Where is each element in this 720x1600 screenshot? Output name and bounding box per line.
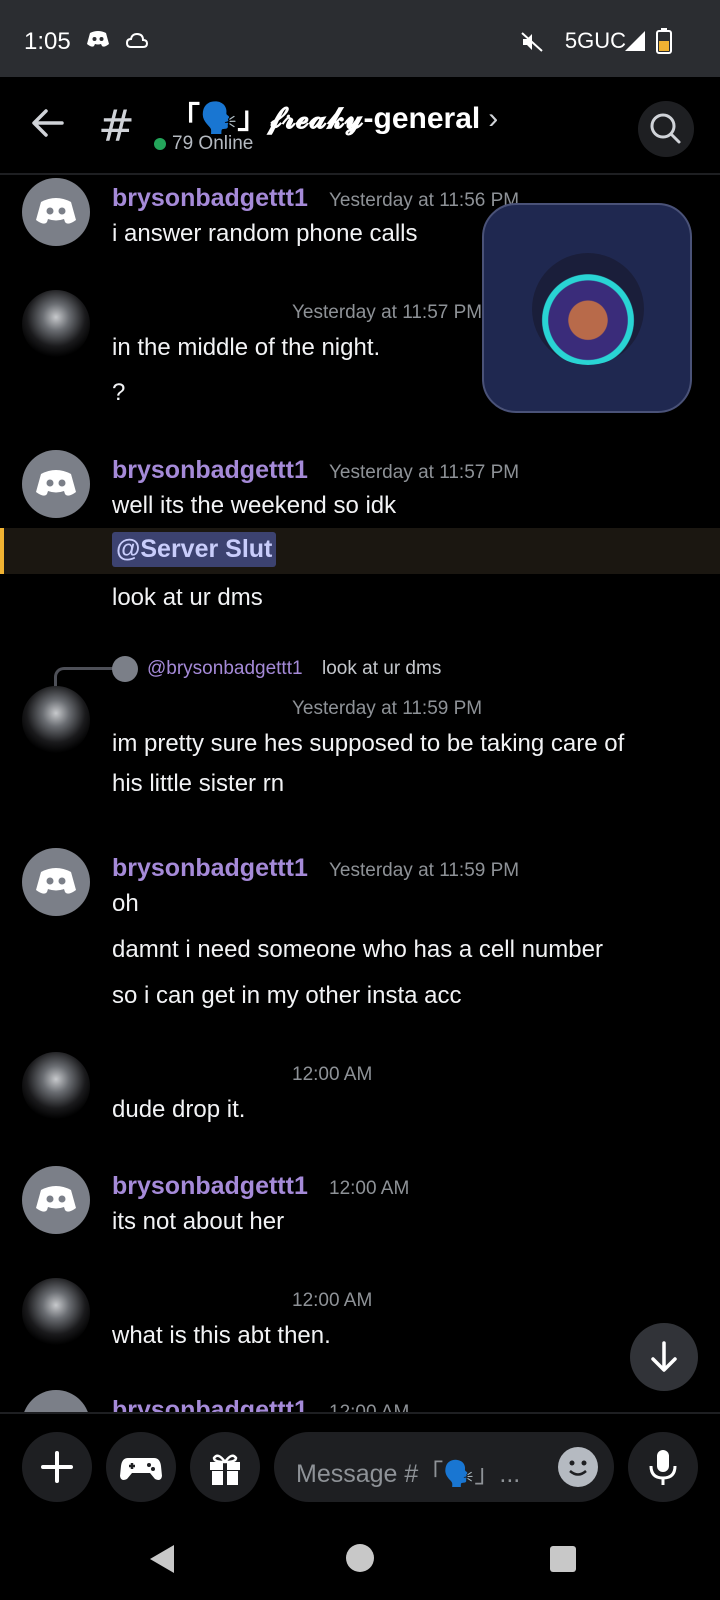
add-attachment-button[interactable] <box>22 1432 92 1502</box>
signal-icon <box>624 30 646 57</box>
avatar[interactable] <box>22 848 90 916</box>
role-mention[interactable]: @Server Slut <box>112 532 277 567</box>
floating-voice-overlay[interactable] <box>482 203 692 413</box>
message-author[interactable]: brysonbadgettt1 <box>112 456 308 485</box>
search-icon <box>650 113 681 144</box>
message-text[interactable]: look at ur dms <box>112 584 263 612</box>
channel-title[interactable]: 「🗣️」𝓯𝓻𝓮𝓪𝓴𝔂-general › <box>170 93 498 137</box>
message-text[interactable]: so i can get in my other insta acc <box>112 982 462 1010</box>
message-text[interactable]: ? <box>112 379 125 407</box>
status-time: 1:05 <box>24 28 71 55</box>
discord-logo-icon <box>36 868 76 894</box>
nav-back-icon[interactable] <box>148 1544 176 1579</box>
message-text[interactable]: in the middle of the night. <box>112 334 380 362</box>
online-dot-icon <box>154 137 166 150</box>
discord-logo-icon <box>36 198 76 224</box>
reply-author[interactable]: @brysonbadgettt1 <box>147 658 303 680</box>
chevron-right-icon: › <box>488 102 499 135</box>
avatar[interactable] <box>22 1278 90 1346</box>
cloud-icon <box>125 32 149 54</box>
avatar[interactable] <box>22 450 90 518</box>
network-type: 5GUC <box>564 28 626 53</box>
message-timestamp: 12:00 AM <box>292 1290 373 1311</box>
arrow-down-icon <box>651 1341 677 1372</box>
message-timestamp: 12:00 AM <box>329 1178 410 1199</box>
message-text[interactable]: its not about her <box>112 1208 284 1236</box>
jump-to-present-button[interactable] <box>630 1323 698 1391</box>
online-count: 79 Online <box>154 133 253 155</box>
channel-hash-icon: # <box>98 101 135 152</box>
nav-recents-icon[interactable] <box>550 1546 576 1572</box>
microphone-icon <box>649 1450 677 1485</box>
avatar[interactable] <box>22 178 90 246</box>
channel-name-text: 「🗣️」𝓯𝓻𝓮𝓪𝓴𝔂-general <box>170 102 481 135</box>
back-arrow-icon[interactable] <box>30 105 66 146</box>
plus-icon <box>41 1451 73 1483</box>
message-timestamp: Yesterday at 11:59 PM <box>292 698 483 719</box>
emoji-icon <box>569 1460 587 1476</box>
status-bar: 1:05 5GUC <box>0 0 720 77</box>
message-author[interactable]: brysonbadgettt1 <box>112 854 308 883</box>
message-timestamp: Yesterday at 11:57 PM <box>329 462 520 483</box>
gift-icon <box>210 1454 240 1485</box>
message-timestamp: Yesterday at 11:56 PM <box>329 190 520 211</box>
message-text[interactable]: dude drop it. <box>112 1096 245 1124</box>
user-avatar <box>532 253 644 365</box>
message-timestamp: Yesterday at 11:59 PM <box>329 860 520 881</box>
avatar[interactable] <box>22 686 90 754</box>
message-text[interactable]: well its the weekend so idk <box>112 492 396 520</box>
message-timestamp: 12:00 AM <box>292 1064 373 1085</box>
message-timestamp: 12:00 AM <box>329 1402 409 1412</box>
message-input-placeholder: Message #「🗣️」... <box>296 1460 521 1488</box>
reply-avatar <box>112 656 138 682</box>
mention-highlight[interactable]: @Server Slut <box>0 528 720 574</box>
avatar[interactable] <box>22 1166 90 1234</box>
online-count-text: 79 Online <box>172 133 254 154</box>
channel-header: # 「🗣️」𝓯𝓻𝓮𝓪𝓴𝔂-general › 79 Online <box>0 77 720 175</box>
message-author[interactable]: brysonbadgettt1 <box>112 1172 308 1201</box>
gift-button[interactable] <box>190 1432 260 1502</box>
message-input[interactable]: Message #「🗣️」... <box>274 1432 614 1502</box>
avatar[interactable] <box>22 1390 90 1412</box>
discord-logo-icon <box>36 1186 76 1212</box>
nav-home-icon[interactable] <box>346 1544 374 1572</box>
message-text[interactable]: damnt i need someone who has a cell numb… <box>112 936 603 964</box>
message-author[interactable]: brysonbadgettt1 <box>112 184 308 213</box>
message-text[interactable]: i answer random phone calls <box>112 220 418 248</box>
emoji-button[interactable] <box>558 1447 598 1487</box>
message-timestamp: Yesterday at 11:57 PM <box>292 302 483 323</box>
discord-logo-icon <box>36 470 76 496</box>
discord-notification-icon <box>86 30 110 53</box>
system-navigation-bar <box>0 1518 720 1600</box>
gamepad-icon <box>120 1458 162 1480</box>
battery-icon <box>656 28 672 59</box>
avatar[interactable] <box>22 1052 90 1120</box>
message-text[interactable]: what is this abt then. <box>112 1322 331 1350</box>
reply-preview-text[interactable]: look at ur dms <box>322 658 441 680</box>
message-text[interactable]: im pretty sure hes supposed to be taking… <box>112 730 624 758</box>
message-text[interactable]: his little sister rn <box>112 770 284 798</box>
activities-button[interactable] <box>106 1432 176 1502</box>
avatar[interactable] <box>22 290 90 358</box>
message-author[interactable]: brysonbadgettt1 <box>112 1396 308 1412</box>
message-composer: Message #「🗣️」... <box>0 1412 720 1520</box>
search-button[interactable] <box>638 101 694 157</box>
mute-icon <box>520 31 544 58</box>
voice-message-button[interactable] <box>628 1432 698 1502</box>
message-text[interactable]: oh <box>112 890 139 918</box>
